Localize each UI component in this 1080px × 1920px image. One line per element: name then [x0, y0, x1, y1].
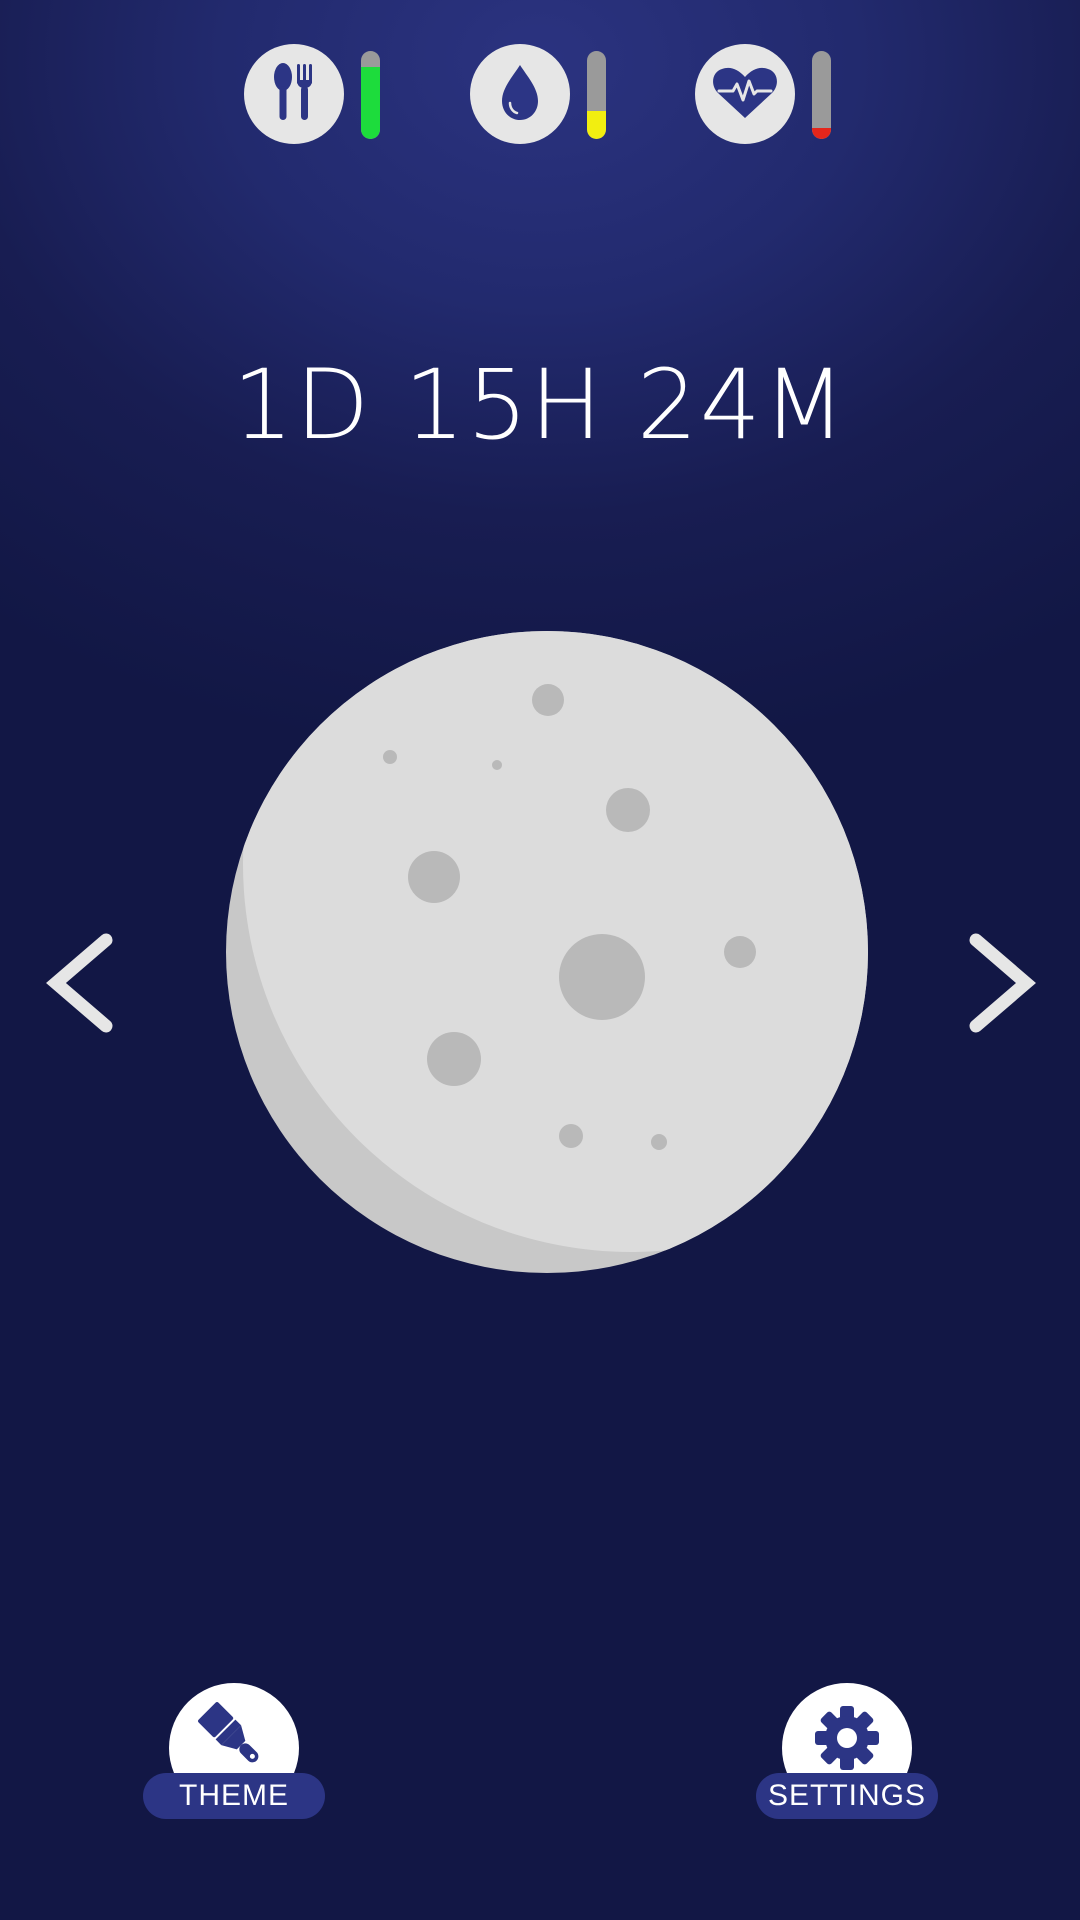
previous-button[interactable]	[38, 930, 128, 1036]
gear-icon	[815, 1706, 879, 1770]
food-level-bar	[361, 51, 380, 139]
health-level-bar	[812, 51, 831, 139]
water-stat-circle[interactable]	[470, 44, 570, 144]
settings-button-label: SETTINGS	[756, 1773, 938, 1819]
utensils-icon	[274, 63, 312, 120]
settings-button[interactable]: SETTINGS	[756, 1683, 938, 1821]
water-level-fill	[587, 110, 606, 139]
moon-icon	[226, 631, 868, 1273]
age-timer: 1D 15H 24M	[232, 349, 848, 461]
food-level-fill	[361, 66, 380, 139]
food-stat-circle[interactable]	[244, 44, 344, 144]
water-level-bar	[587, 51, 606, 139]
health-stat-circle[interactable]	[695, 44, 795, 144]
chevron-left-icon	[46, 933, 113, 1033]
theme-button[interactable]: THEME	[143, 1683, 325, 1821]
health-level-fill	[812, 128, 831, 139]
theme-button-label: THEME	[143, 1773, 325, 1819]
paintbrush-icon	[198, 1702, 259, 1763]
moon-pet[interactable]	[226, 631, 868, 1273]
water-drop-icon	[502, 65, 538, 120]
next-button[interactable]	[954, 930, 1044, 1036]
chevron-right-icon	[969, 933, 1036, 1033]
heartbeat-icon	[713, 67, 777, 118]
